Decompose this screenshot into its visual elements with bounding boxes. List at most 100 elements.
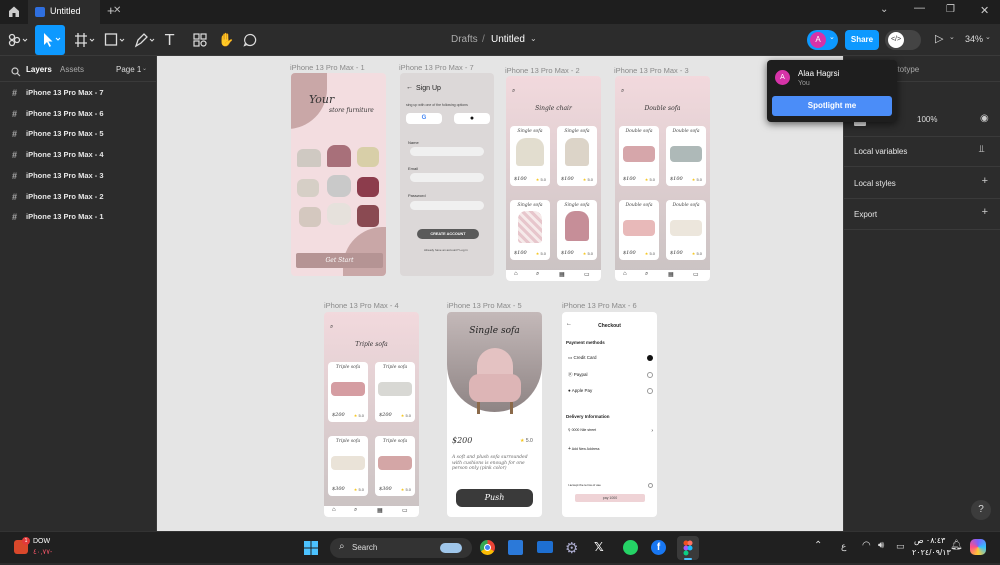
terms-row[interactable]: I accept the terms of use bbox=[568, 483, 653, 488]
eye-icon[interactable]: ◉ bbox=[980, 113, 989, 124]
product-card[interactable]: Double sofa $100 ★ 5.0 bbox=[666, 126, 706, 186]
email-field[interactable] bbox=[410, 173, 484, 182]
frame-iphone-5[interactable]: Single sofa $200 ★ 5.0 A soft and plush … bbox=[447, 312, 542, 517]
frame-label[interactable]: iPhone 13 Pro Max - 5 bbox=[447, 301, 522, 310]
home-icon[interactable]: ⌂ bbox=[623, 271, 627, 277]
address-row[interactable]: ⚲ 0000 Nile street › bbox=[568, 428, 653, 434]
whatsapp-icon[interactable] bbox=[623, 540, 638, 555]
grid-icon[interactable]: ▦ bbox=[559, 271, 565, 278]
frame-iphone-2[interactable]: ⌕ Single chair Single sofa $100 ★ 5.0 Si… bbox=[506, 76, 601, 281]
frame-tool-icon[interactable] bbox=[74, 32, 98, 48]
product-card[interactable]: Double sofa $100 ★ 5.0 bbox=[666, 200, 706, 260]
product-card[interactable]: Triple sofa $300 ★ 5.0 bbox=[328, 436, 368, 496]
new-tab-icon[interactable]: + bbox=[107, 3, 115, 18]
help-button[interactable]: ? bbox=[971, 500, 991, 520]
product-card[interactable]: Double sofa $100 ★ 5.0 bbox=[619, 200, 659, 260]
canvas[interactable]: iPhone 13 Pro Max - 1 Your store furnitu… bbox=[157, 56, 843, 531]
clock-date[interactable]: ٢٠٢٤/٠٩/١٣ bbox=[912, 548, 951, 557]
terms-checkbox[interactable] bbox=[648, 483, 653, 488]
frame-label[interactable]: iPhone 13 Pro Max - 3 bbox=[614, 66, 689, 75]
mail-icon[interactable] bbox=[537, 541, 553, 553]
pay-button[interactable]: pay 1000 bbox=[575, 494, 645, 502]
cart-icon[interactable]: ▭ bbox=[584, 271, 590, 278]
layer-item[interactable]: # iPhone 13 Pro Max - 7 bbox=[0, 83, 157, 103]
start-button[interactable] bbox=[304, 541, 318, 555]
radio-unselected[interactable] bbox=[647, 372, 653, 378]
copilot-icon[interactable] bbox=[970, 539, 986, 555]
frame-label[interactable]: iPhone 13 Pro Max - 6 bbox=[562, 301, 637, 310]
login-link[interactable]: Already have an account? Log in bbox=[424, 248, 468, 252]
page-select[interactable]: Page 1 bbox=[116, 65, 141, 74]
product-card[interactable]: Triple sofa $300 ★ 5.0 bbox=[375, 436, 415, 496]
settings-gear-icon[interactable]: ⚙ bbox=[565, 539, 578, 557]
home-icon[interactable]: ⌂ bbox=[332, 507, 336, 513]
home-icon[interactable]: ⌂ bbox=[514, 271, 518, 277]
frame-iphone-6[interactable]: ← Checkout Payment methods ▭ Credit Card… bbox=[562, 312, 657, 517]
variables-icon[interactable]: ⫫ bbox=[979, 144, 985, 155]
payment-option-paypal[interactable]: ⓟ Paypal bbox=[568, 372, 653, 378]
google-button[interactable]: G bbox=[406, 113, 442, 124]
layer-item[interactable]: # iPhone 13 Pro Max - 1 bbox=[0, 207, 157, 227]
wifi-icon[interactable]: ◠ bbox=[862, 540, 871, 551]
name-field[interactable] bbox=[410, 147, 484, 156]
spotlight-button[interactable]: Spotlight me bbox=[772, 96, 892, 116]
text-tool-icon[interactable]: T bbox=[165, 31, 174, 49]
product-card[interactable]: Double sofa $100 ★ 5.0 bbox=[619, 126, 659, 186]
chevron-up-icon[interactable]: ⌃ bbox=[814, 540, 822, 551]
search-icon[interactable]: ⌕ bbox=[621, 88, 624, 95]
layer-item[interactable]: # iPhone 13 Pro Max - 2 bbox=[0, 187, 157, 207]
comment-tool-icon[interactable] bbox=[243, 33, 257, 47]
product-card[interactable]: Single sofa $100 ★ 5.0 bbox=[557, 126, 597, 186]
clock-time[interactable]: ٠٨:٤٣ ص bbox=[914, 536, 945, 545]
dev-mode-toggle[interactable]: </> bbox=[885, 30, 921, 50]
facebook-icon[interactable]: f bbox=[651, 540, 666, 555]
notification-bell-icon[interactable]: 🔔︎ bbox=[950, 540, 963, 551]
opacity-value[interactable]: 100% bbox=[917, 115, 937, 124]
frame-label[interactable]: iPhone 13 Pro Max - 7 bbox=[399, 63, 474, 72]
search-icon[interactable]: ⌕ bbox=[330, 324, 333, 331]
frame-iphone-3[interactable]: ⌕ Double sofa Double sofa $100 ★ 5.0 Dou… bbox=[615, 76, 710, 281]
add-address-row[interactable]: + Add New Address bbox=[568, 446, 600, 452]
taskbar-search[interactable]: ⌕ Search bbox=[330, 538, 472, 558]
language-indicator[interactable]: ع bbox=[841, 541, 846, 552]
home-icon[interactable] bbox=[8, 5, 20, 19]
search-icon[interactable]: ⌕ bbox=[512, 88, 515, 95]
search-icon[interactable]: ⌕ bbox=[354, 507, 357, 514]
search-icon[interactable] bbox=[11, 64, 21, 77]
chevron-down-icon[interactable]: ⌄ bbox=[985, 33, 991, 41]
tab-assets[interactable]: Assets bbox=[60, 65, 84, 74]
breadcrumb-drafts[interactable]: Drafts bbox=[451, 34, 478, 45]
password-field[interactable] bbox=[410, 201, 484, 210]
frame-label[interactable]: iPhone 13 Pro Max - 4 bbox=[324, 301, 399, 310]
product-card[interactable]: Triple sofa $200 ★ 5.0 bbox=[375, 362, 415, 422]
layer-item[interactable]: # iPhone 13 Pro Max - 5 bbox=[0, 124, 157, 144]
create-account-button[interactable]: CREATE ACCOUNT bbox=[417, 229, 479, 239]
frame-label[interactable]: iPhone 13 Pro Max - 1 bbox=[290, 63, 365, 72]
apple-button[interactable]: ● bbox=[454, 113, 490, 124]
cart-icon[interactable]: ▭ bbox=[693, 271, 699, 278]
radio-selected[interactable] bbox=[647, 355, 653, 361]
local-variables-label[interactable]: Local variables bbox=[854, 147, 907, 156]
file-tab[interactable]: Untitled ✕ bbox=[28, 0, 121, 24]
push-button[interactable]: Push bbox=[456, 489, 533, 507]
frame-iphone-4[interactable]: ⌕ Triple sofa Triple sofa $200 ★ 5.0 Tri… bbox=[324, 312, 419, 517]
export-label[interactable]: Export bbox=[854, 210, 877, 219]
product-card[interactable]: Triple sofa $200 ★ 5.0 bbox=[328, 362, 368, 422]
get-start-button[interactable]: Get Start bbox=[296, 253, 383, 268]
share-button[interactable]: Share bbox=[845, 30, 879, 50]
add-style-icon[interactable]: + bbox=[982, 175, 988, 187]
grid-icon[interactable]: ▦ bbox=[377, 507, 383, 514]
x-app-icon[interactable]: 𝕏 bbox=[594, 540, 604, 554]
weather-widget[interactable]: 1 DOW ٤٠,٧٧- bbox=[14, 537, 74, 559]
hand-tool-icon[interactable]: ✋ bbox=[218, 32, 234, 48]
payment-option-applepay[interactable]: ● Apple Pay bbox=[568, 388, 653, 394]
chevron-down-icon[interactable]: ⌄ bbox=[530, 34, 537, 43]
tab-layers[interactable]: Layers bbox=[26, 65, 52, 74]
layer-item[interactable]: # iPhone 13 Pro Max - 6 bbox=[0, 104, 157, 124]
main-menu-icon[interactable] bbox=[8, 33, 28, 47]
product-card[interactable]: Single sofa $100 ★ 5.0 bbox=[510, 200, 550, 260]
shape-tool-icon[interactable] bbox=[104, 32, 128, 48]
frame-iphone-7[interactable]: ← Sign Up sing up with one of the follow… bbox=[400, 73, 494, 276]
maximize-icon[interactable]: ❐ bbox=[946, 4, 955, 15]
product-card[interactable]: Single sofa $100 ★ 5.0 bbox=[510, 126, 550, 186]
